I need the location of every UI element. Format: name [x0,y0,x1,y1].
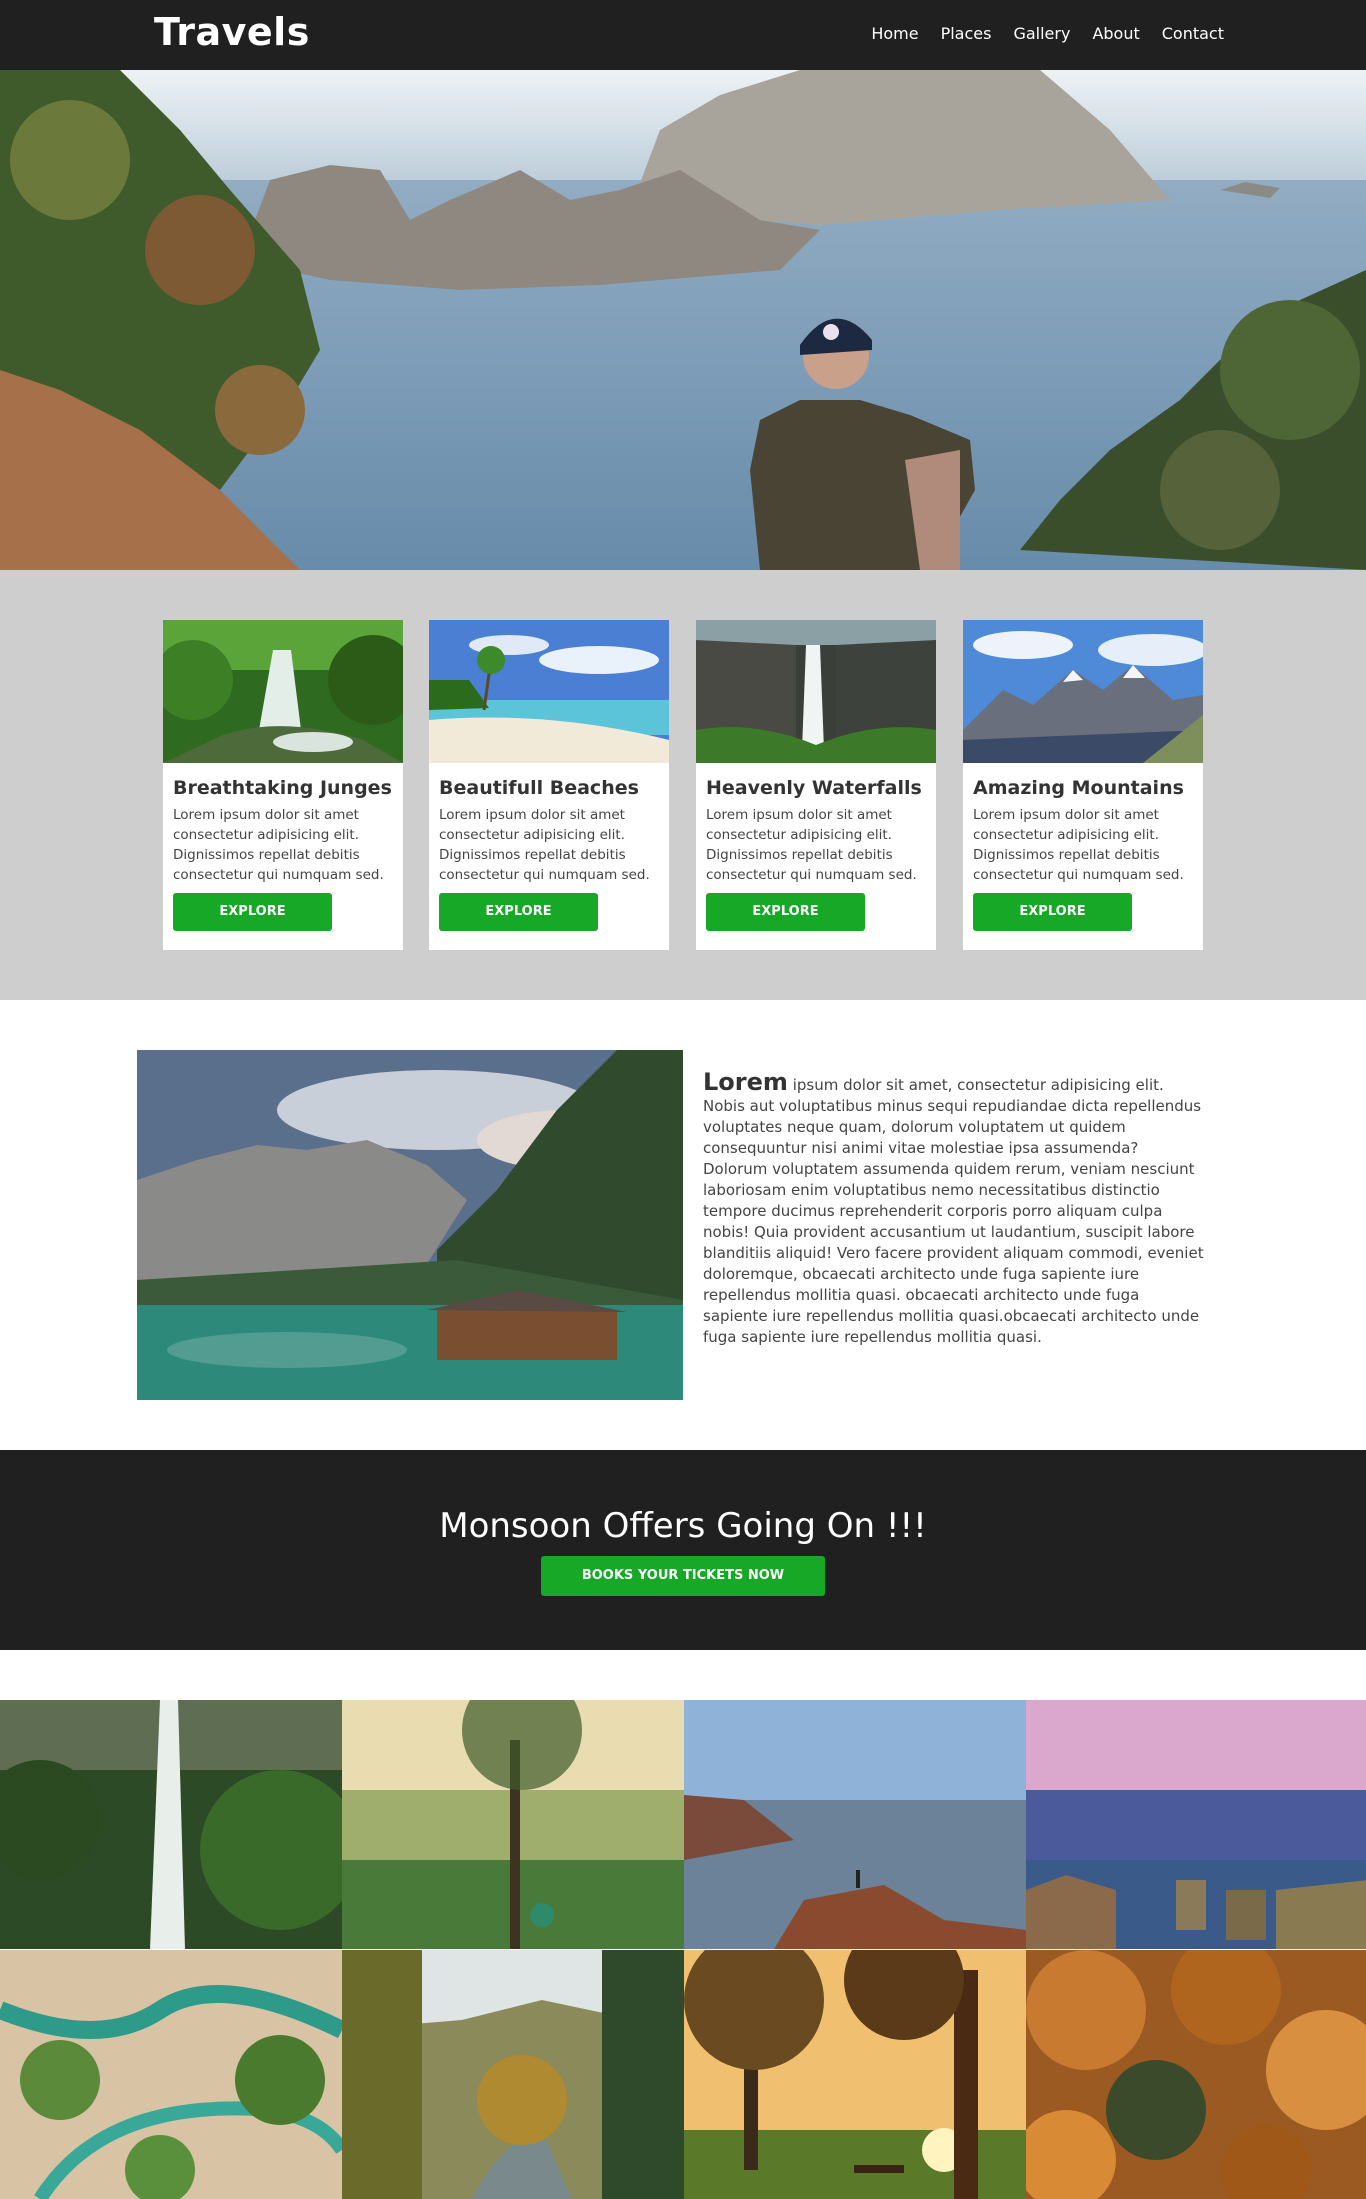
nav-contact[interactable]: Contact [1162,24,1224,43]
nav-links: Home Places Gallery About Contact [871,24,1224,43]
card-beaches: Beautifull Beaches Lorem ipsum dolor sit… [429,620,669,950]
lake-cabin-image [137,1050,683,1400]
about-paragraph: ipsum dolor sit amet, consectetur adipis… [703,1076,1204,1346]
waterfall-image [696,620,936,763]
gallery-waterfall-forest[interactable] [0,1700,342,1949]
card-text: Lorem ipsum dolor sit amet consectetur a… [973,807,1184,883]
photo-gallery [0,1700,1366,2199]
about-lead: Lorem [703,1068,788,1096]
destinations-section: Breathtaking Junges Lorem ipsum dolor si… [0,570,1366,1000]
offer-banner: Monsoon Offers Going On !!! BOOKS YOUR T… [0,1450,1366,1650]
hero-banner [0,70,1366,570]
explore-button[interactable]: EXPLORE [706,893,865,931]
gallery-autumn-hills[interactable] [1026,1950,1366,2199]
explore-button[interactable]: EXPLORE [439,893,598,931]
brand-logo[interactable]: Travels [154,10,310,54]
nav-home[interactable]: Home [871,24,918,43]
jungle-image [163,620,403,763]
beach-image [429,620,669,763]
card-waterfalls: Heavenly Waterfalls Lorem ipsum dolor si… [696,620,936,950]
gallery-man-under-tree[interactable] [342,1700,684,1949]
nav-about[interactable]: About [1092,24,1139,43]
explore-button[interactable]: EXPLORE [173,893,332,931]
gallery-sunset-park[interactable] [684,1950,1026,2199]
card-text: Lorem ipsum dolor sit amet consectetur a… [706,807,917,883]
card-mountains: Amazing Mountains Lorem ipsum dolor sit … [963,620,1203,950]
mountain-image [963,620,1203,763]
offer-title: Monsoon Offers Going On !!! [439,1506,927,1546]
card-title: Amazing Mountains [973,777,1184,799]
gallery-autumn-stream[interactable] [342,1950,684,2199]
gallery-cliff-sunset[interactable] [684,1700,1026,1949]
gallery-sea-stacks[interactable] [1026,1700,1366,1949]
card-text: Lorem ipsum dolor sit amet consectetur a… [173,807,384,883]
about-section: Lorem ipsum dolor sit amet, consectetur … [0,1000,1366,1450]
card-title: Beautifull Beaches [439,777,639,799]
explore-button[interactable]: EXPLORE [973,893,1132,931]
gallery-river-delta[interactable] [0,1950,342,2199]
navbar: Travels Home Places Gallery About Contac… [0,0,1366,70]
about-text: Lorem ipsum dolor sit amet, consectetur … [703,1070,1206,1348]
book-tickets-button[interactable]: BOOKS YOUR TICKETS NOW [541,1556,825,1596]
card-jungles: Breathtaking Junges Lorem ipsum dolor si… [163,620,403,950]
nav-gallery[interactable]: Gallery [1013,24,1070,43]
card-text: Lorem ipsum dolor sit amet consectetur a… [439,807,650,883]
card-title: Heavenly Waterfalls [706,777,922,799]
card-title: Breathtaking Junges [173,777,392,799]
nav-places[interactable]: Places [941,24,992,43]
hero-image [0,70,1366,570]
